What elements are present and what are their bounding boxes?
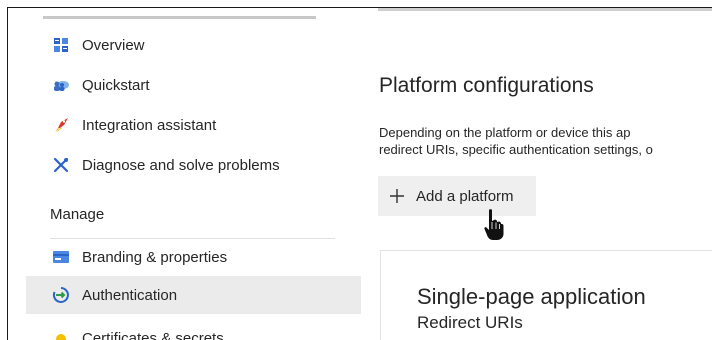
card-title: Single-page application [417,284,646,309]
add-platform-label: Add a platform [416,187,514,205]
sidebar-item-label: Overview [82,36,145,54]
description-line: redirect URIs, specific authentication s… [379,142,653,157]
wrench-cross-icon [52,156,70,174]
sidebar-item-label: Diagnose and solve problems [82,156,280,174]
sidebar: Overview Quickstart Integration assistan… [8,8,363,340]
page-title: Platform configurations [379,74,594,97]
main-top-divider [378,8,712,11]
rocket-icon [52,116,70,134]
plus-icon [388,187,406,205]
card-subtitle: Redirect URIs [417,313,523,332]
sidebar-item-quickstart[interactable]: Quickstart [26,66,361,104]
sidebar-item-label: Quickstart [82,76,150,94]
authentication-icon [52,286,70,304]
description-line: Depending on the platform or device this… [379,125,631,140]
grid-icon [52,36,70,54]
card-icon [52,248,70,266]
platform-description: Depending on the platform or device this… [379,124,712,158]
sidebar-item-label: Authentication [82,286,178,304]
app-frame: Overview Quickstart Integration assistan… [7,7,712,340]
sidebar-item-overview[interactable]: Overview [26,26,361,64]
sidebar-item-label: Integration assistant [82,116,217,134]
sidebar-item-integration-assistant[interactable]: Integration assistant [26,106,361,144]
sidebar-item-label: Branding & properties [82,248,228,266]
sidebar-top-divider [43,16,316,19]
hand-pointer-cursor-icon [482,208,504,242]
cloud-people-icon [52,76,70,94]
sidebar-item-authentication[interactable]: Authentication [26,276,361,314]
add-platform-button[interactable]: Add a platform [378,176,536,216]
section-heading-manage: Manage [50,206,105,223]
sidebar-item-diagnose[interactable]: Diagnose and solve problems [26,146,361,184]
sidebar-item-branding[interactable]: Branding & properties [26,238,361,276]
sidebar-item-certificates[interactable]: Certificates & secrets [52,326,252,340]
